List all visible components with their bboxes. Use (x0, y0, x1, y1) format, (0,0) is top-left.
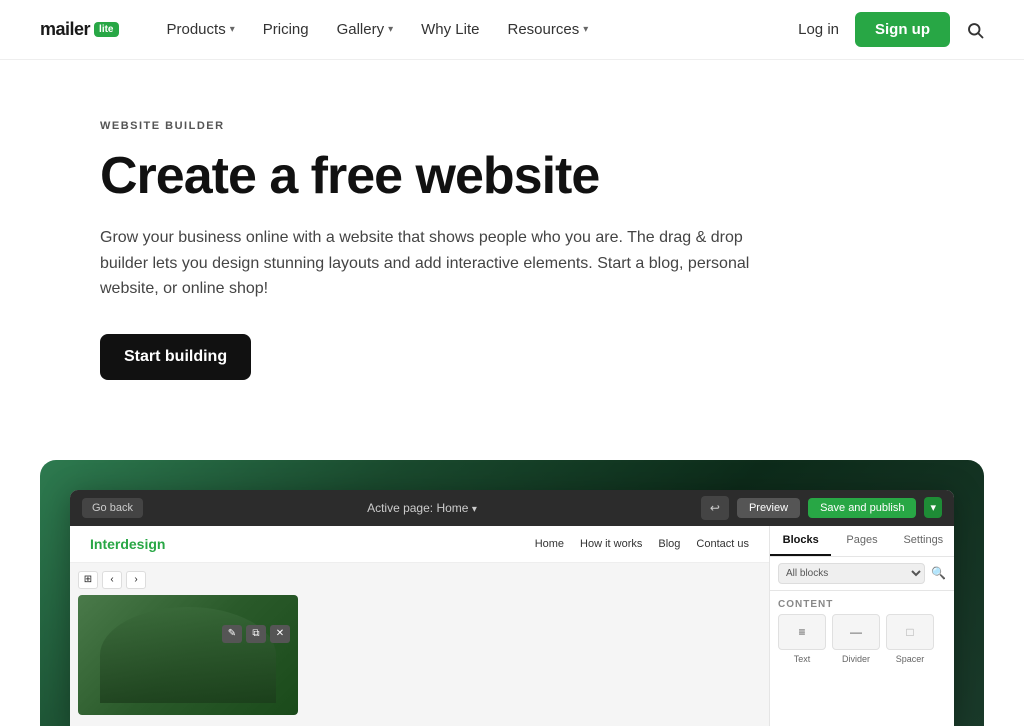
canvas-ctrl-next[interactable]: › (126, 571, 146, 589)
builder-publish-button[interactable]: Save and publish (808, 498, 916, 518)
sidebar-tab-settings[interactable]: Settings (893, 526, 954, 556)
site-nav-contact[interactable]: Contact us (696, 538, 749, 550)
builder-active-page: Active page: Home ▾ (367, 501, 477, 515)
nav-why-lite[interactable]: Why Lite (421, 21, 479, 38)
hero-title: Create a free website (100, 148, 800, 205)
start-building-button[interactable]: Start building (100, 334, 251, 380)
site-nav-links: Home How it works Blog Contact us (535, 538, 749, 550)
nav-products[interactable]: Products ▾ (167, 21, 235, 38)
site-nav-home[interactable]: Home (535, 538, 564, 550)
builder-canvas: ⊞ ‹ › ✎ ⧉ ✕ (70, 563, 769, 726)
canvas-duplicate-icon[interactable]: ⧉ (246, 625, 266, 643)
sidebar-tabs: Blocks Pages Settings (770, 526, 954, 557)
block-text[interactable]: ≡ Text (778, 614, 826, 664)
main-nav: mailer lite Products ▾ Pricing Gallery ▾… (0, 0, 1024, 60)
sidebar-blocks-filter[interactable]: All blocks (778, 563, 925, 584)
nav-actions: Log in Sign up (798, 12, 984, 47)
signup-button[interactable]: Sign up (855, 12, 950, 47)
sidebar-content-label: CONTENT (770, 591, 954, 614)
site-logo: Interdesign (90, 536, 165, 552)
chevron-down-icon: ▾ (583, 24, 588, 35)
block-icon-divider: — (832, 614, 880, 650)
builder-actions: ↩ Preview Save and publish ▾ (701, 496, 942, 520)
search-icon: 🔍 (931, 566, 946, 580)
canvas-image-block (78, 595, 298, 715)
logo-name: mailer (40, 19, 90, 40)
nav-gallery[interactable]: Gallery ▾ (337, 21, 394, 38)
search-icon (966, 21, 984, 39)
sidebar-tab-blocks[interactable]: Blocks (770, 526, 831, 556)
block-icon-text: ≡ (778, 614, 826, 650)
nav-pricing[interactable]: Pricing (263, 21, 309, 38)
canvas-controls: ⊞ ‹ › (78, 571, 761, 589)
canvas-image-overlay (78, 595, 298, 715)
screenshot-section: Go back Active page: Home ▾ ↩ Preview Sa… (40, 460, 984, 726)
sidebar-blocks-grid: ≡ Text — Divider □ Spacer (770, 614, 954, 664)
search-button[interactable] (966, 21, 984, 39)
logo[interactable]: mailer lite (40, 19, 119, 40)
site-nav-blog[interactable]: Blog (658, 538, 680, 550)
login-button[interactable]: Log in (798, 21, 839, 38)
chevron-down-icon: ▾ (472, 504, 477, 515)
block-icon-spacer: □ (886, 614, 934, 650)
builder-sidebar: Blocks Pages Settings All blocks 🔍 CONTE… (769, 526, 954, 726)
canvas-ctrl-prev[interactable]: ‹ (102, 571, 122, 589)
nav-links: Products ▾ Pricing Gallery ▾ Why Lite Re… (167, 21, 799, 38)
chevron-down-icon: ▾ (230, 24, 235, 35)
builder-publish-dropdown-button[interactable]: ▾ (924, 497, 942, 518)
builder-topbar: Go back Active page: Home ▾ ↩ Preview Sa… (70, 490, 954, 526)
canvas-ctrl-grid[interactable]: ⊞ (78, 571, 98, 589)
builder-canvas-area: Interdesign Home How it works Blog Conta… (70, 526, 769, 726)
canvas-block-controls: ✎ ⧉ ✕ (222, 625, 290, 643)
builder-back-button[interactable]: Go back (82, 498, 143, 518)
canvas-edit-icon[interactable]: ✎ (222, 625, 242, 643)
sidebar-tab-pages[interactable]: Pages (831, 526, 892, 556)
builder-undo-button[interactable]: ↩ (701, 496, 729, 520)
hero-description: Grow your business online with a website… (100, 225, 780, 302)
logo-badge: lite (94, 22, 118, 37)
hero-label: WEBSITE BUILDER (100, 120, 800, 132)
canvas-tree-shape (100, 607, 276, 703)
builder-window: Go back Active page: Home ▾ ↩ Preview Sa… (70, 490, 954, 726)
canvas-delete-icon[interactable]: ✕ (270, 625, 290, 643)
hero-section: WEBSITE BUILDER Create a free website Gr… (0, 60, 900, 420)
builder-preview-button[interactable]: Preview (737, 498, 800, 518)
block-spacer[interactable]: □ Spacer (886, 614, 934, 664)
builder-site-nav: Interdesign Home How it works Blog Conta… (70, 526, 769, 563)
chevron-down-icon: ▾ (388, 24, 393, 35)
site-nav-how-it-works[interactable]: How it works (580, 538, 642, 550)
block-divider[interactable]: — Divider (832, 614, 880, 664)
sidebar-filter: All blocks 🔍 (770, 557, 954, 591)
nav-resources[interactable]: Resources ▾ (508, 21, 589, 38)
builder-content: Interdesign Home How it works Blog Conta… (70, 526, 954, 726)
